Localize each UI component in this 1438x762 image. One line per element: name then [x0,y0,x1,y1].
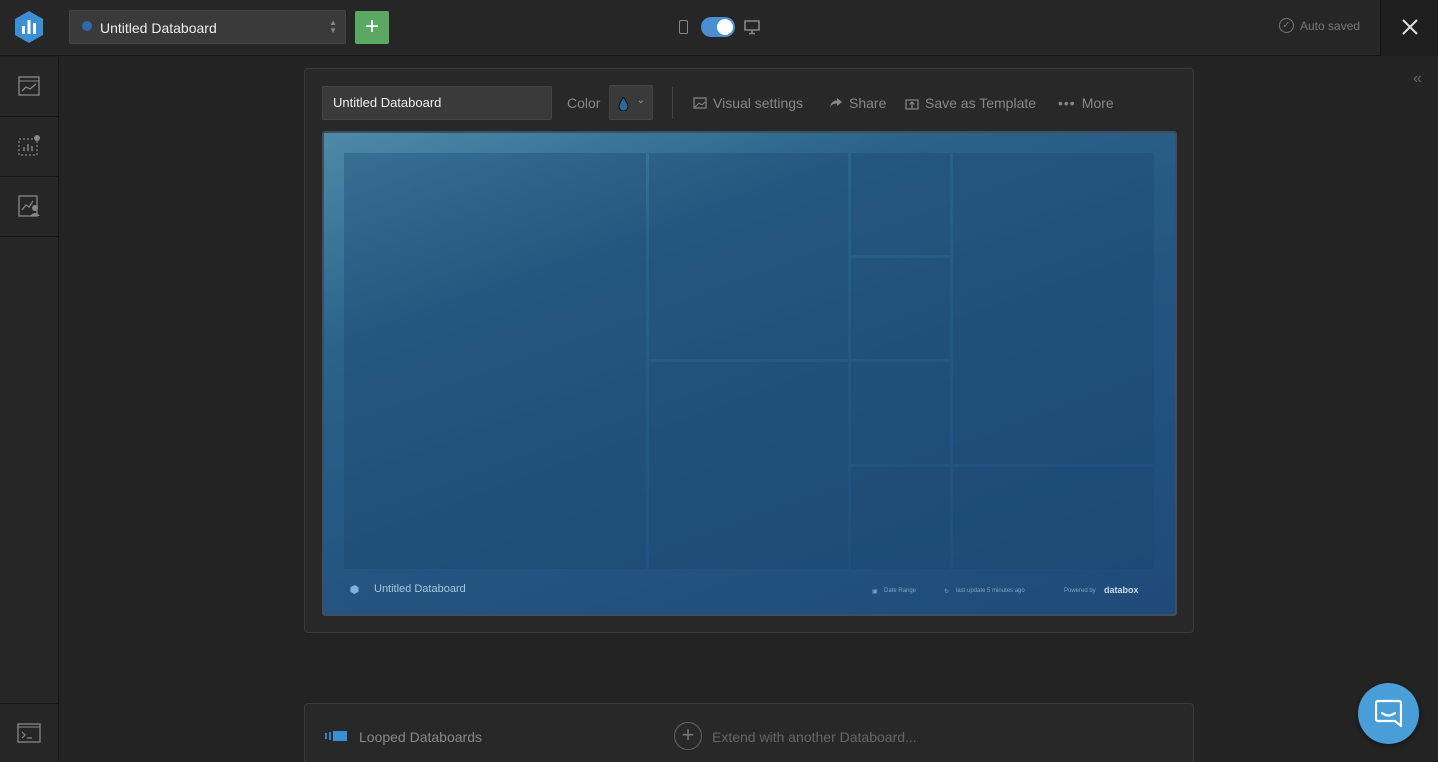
collapse-panel-icon[interactable]: « [1413,70,1422,88]
datablock-slot[interactable] [851,467,950,569]
chat-launcher-button[interactable] [1358,683,1419,744]
sidebar-item-user-metrics[interactable] [0,177,58,237]
chevron-down-icon: ⌄ [636,95,645,106]
datablock-slot[interactable] [851,258,950,359]
databoard-preview[interactable]: Untitled Databoard ▣ Date Range ↻ last u… [322,131,1177,616]
datablock-slot[interactable] [851,153,950,255]
more-button[interactable]: ••• More [1058,95,1114,111]
looped-databoards-label: Looped Databoards [359,729,482,745]
add-looped-databoard-button[interactable]: + [674,722,702,750]
toolbar-divider [672,87,673,119]
color-picker[interactable]: ⌄ [609,85,653,120]
droplet-icon [618,97,629,111]
save-template-button[interactable]: Save as Template [905,95,1036,111]
device-view-toggle[interactable] [701,17,735,37]
check-circle-icon: ✓ [1279,18,1294,33]
upload-template-icon [905,98,919,110]
preview-powered-by: Powered by [1064,588,1096,594]
sidebar-item-console[interactable] [0,703,58,762]
image-icon [693,97,707,109]
sidebar-item-add-datablock[interactable] [0,117,58,177]
left-sidebar [0,57,59,762]
add-datablock-icon [18,135,40,156]
sidebar-item-metrics-library[interactable] [0,57,58,117]
datablock-slot[interactable] [344,153,646,569]
datablock-slot[interactable] [649,362,848,569]
databoard-name-input[interactable]: Untitled Databoard [322,86,552,120]
databoard-editor: Untitled Databoard Color ⌄ Visual settin… [304,68,1194,633]
close-button[interactable] [1380,0,1438,56]
more-dots-icon: ••• [1058,95,1076,111]
phone-icon[interactable] [679,20,688,34]
console-icon [17,723,41,743]
autosave-status: ✓ Auto saved [1279,18,1360,33]
user-metrics-icon [18,195,40,217]
preview-footer-title: Untitled Databoard [374,583,466,595]
more-label: More [1081,95,1114,111]
close-icon [1402,19,1418,35]
visual-settings-label: Visual settings [713,95,804,111]
save-template-label: Save as Template [925,95,1037,111]
preview-logo-icon [350,585,359,594]
autosave-text: Auto saved [1300,18,1361,33]
visual-settings-button[interactable]: Visual settings [693,95,803,111]
datablock-slot[interactable] [953,153,1154,464]
datablock-slot[interactable] [851,362,950,464]
loop-icon [325,731,347,741]
preview-date-range: Date Range [884,588,917,594]
refresh-icon: ↻ [944,589,950,595]
desktop-icon[interactable] [744,19,760,35]
metrics-library-icon [18,76,40,96]
databoard-selector-label: Untitled Databoard [100,20,217,36]
chat-bubble-icon [1375,699,1402,727]
calendar-icon: ▣ [872,589,878,595]
preview-brand: databox [1104,585,1139,595]
share-button[interactable]: Share [829,95,886,111]
updown-arrows-icon: ▲ ▼ [329,18,337,35]
extend-databoard-link[interactable]: Extend with another Databoard... [712,729,917,745]
datablock-slot[interactable] [953,467,1154,569]
datablock-slot[interactable] [649,153,848,359]
preview-last-update: last update 5 minutes ago [956,588,1025,594]
share-label: Share [849,95,887,111]
top-bar: Untitled Databoard ▲ ▼ + ✓ Auto saved [0,0,1438,56]
databoard-selector[interactable]: Untitled Databoard ▲ ▼ [69,10,346,44]
toggle-knob [717,19,733,35]
board-color-dot [82,21,92,31]
looped-databoards-bar: Looped Databoards + Extend with another … [304,703,1194,762]
databox-logo-icon[interactable] [12,10,46,44]
share-icon [830,98,842,108]
add-databoard-button[interactable]: + [355,11,389,44]
color-label: Color [567,95,601,111]
